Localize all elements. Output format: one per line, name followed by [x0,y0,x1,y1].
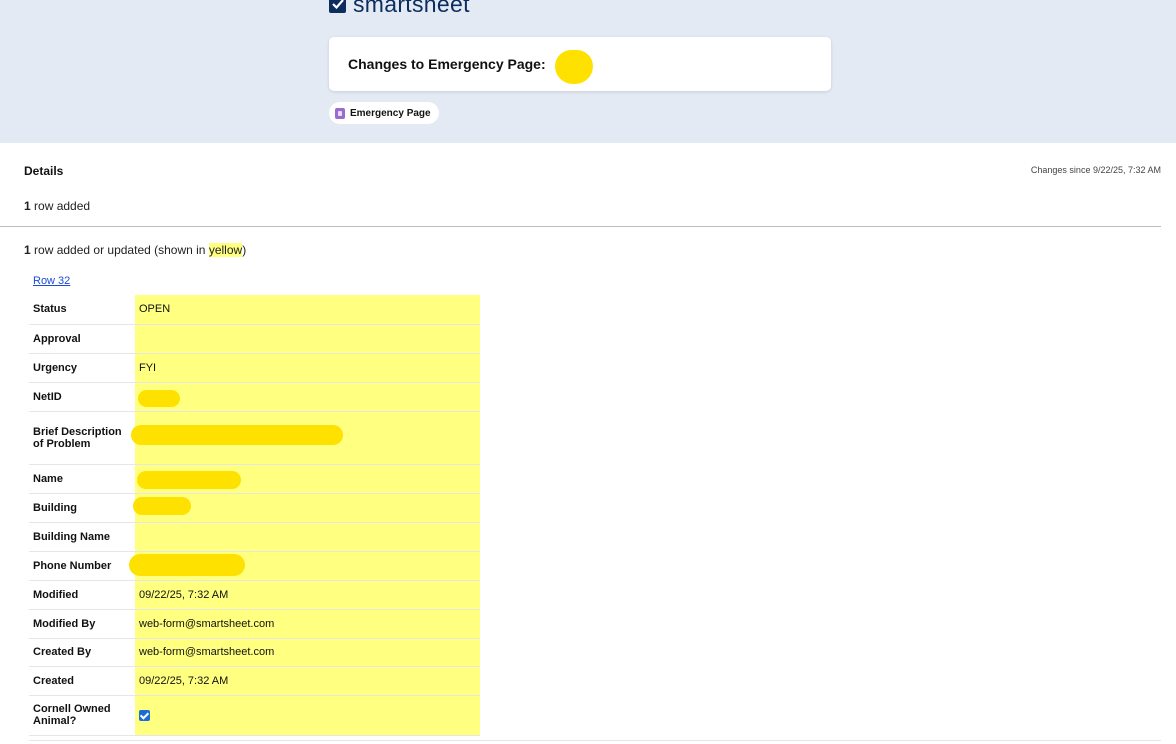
field-value [129,551,480,581]
field-label: Phone Number [29,551,135,581]
updated-text: row added or updated (shown in [34,243,206,257]
table-row: Building [29,493,480,523]
sheet-icon [335,107,345,119]
redaction-mark [555,50,593,84]
field-value [135,695,480,736]
field-label: Modified By [29,609,135,639]
field-label: Created [29,666,135,696]
field-label: Name [29,464,135,494]
summary-rows-updated: 1 row added or updated (shown in yellow) [24,243,246,257]
field-label: Modified [29,580,135,610]
table-row: Created 09/22/25, 7:32 AM [29,666,480,696]
field-label: Building [29,493,135,523]
updated-text-end: ) [242,243,247,257]
field-value [135,464,480,494]
field-value: 09/22/25, 7:32 AM [135,666,480,696]
field-value: 09/22/25, 7:32 AM [135,580,480,610]
table-row: Name [29,464,480,494]
checkmark-icon [329,0,346,13]
table-row: Modified 09/22/25, 7:32 AM [29,580,480,610]
field-label: Cornell Owned Animal? [29,695,135,736]
redaction-mark [138,389,180,407]
field-label: Status [29,295,135,325]
table-row: Urgency FYI [29,353,480,383]
redaction-mark [137,470,241,489]
field-value: FYI [135,353,480,383]
logo-text: smartsheet [353,0,470,17]
field-label: Created By [29,638,135,667]
yellow-highlight-word: yellow [208,243,243,257]
field-value [131,411,480,465]
page-title: Changes to Emergency Page: [348,56,546,72]
sheet-link-chip[interactable]: Emergency Page [329,102,439,124]
redaction-mark [131,424,343,445]
redaction-mark [129,553,245,576]
field-label: Brief Description of Problem [29,411,135,465]
summary-rows-added: 1 row added [24,199,90,213]
field-label: Building Name [29,522,135,552]
smartsheet-logo: smartsheet [329,0,470,16]
table-row: Phone Number [29,551,480,581]
field-value [135,522,480,552]
field-value [135,382,480,412]
updated-count: 1 [24,243,31,257]
table-row: Modified By web-form@smartsheet.com [29,609,480,639]
table-row: Building Name [29,522,480,552]
header-band: smartsheet Changes to Emergency Page: Em… [0,0,1176,143]
title-card: Changes to Emergency Page: [329,37,831,91]
table-row: Brief Description of Problem [29,411,480,465]
section-divider [0,226,1161,227]
table-row: Approval [29,324,480,354]
summary-count: 1 [24,199,31,213]
details-heading: Details [24,164,64,178]
field-value: web-form@smartsheet.com [135,638,480,667]
field-label: NetID [29,382,135,412]
checkbox-checked-icon [139,709,150,721]
field-label: Approval [29,324,135,354]
table-row: Status OPEN [29,295,480,325]
table-row: Cornell Owned Animal? [29,695,480,736]
field-value: OPEN [135,295,480,325]
sheet-chip-label: Emergency Page [350,107,431,119]
changes-since-text: Changes since 9/22/25, 7:32 AM [1030,165,1161,175]
table-row: Created By web-form@smartsheet.com [29,638,480,667]
summary-text: row added [34,199,91,213]
row-link[interactable]: Row 32 [33,275,70,287]
field-value: web-form@smartsheet.com [135,609,480,639]
row-details-table: Status OPEN Approval Urgency FYI NetID B… [29,295,480,736]
table-bottom-border [29,740,1161,741]
field-value [133,493,480,523]
field-label: Urgency [29,353,135,383]
field-value [135,324,480,354]
table-row: NetID [29,382,480,412]
redaction-mark [133,496,191,515]
